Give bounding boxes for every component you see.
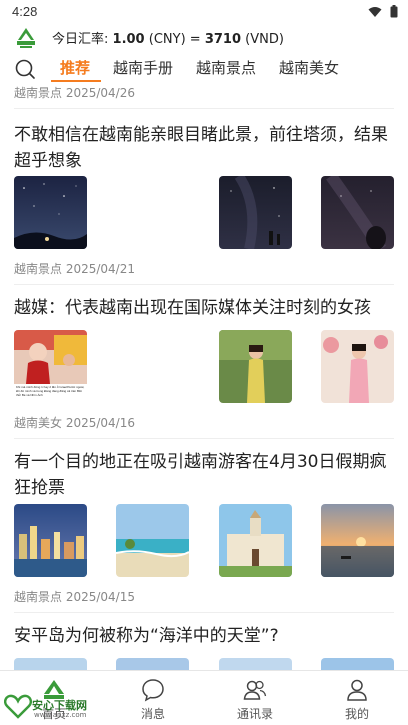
divider bbox=[14, 284, 394, 285]
article-meta: 越南景点 2025/04/26 bbox=[14, 86, 135, 100]
article-meta: 越南景点 2025/04/15 bbox=[14, 590, 135, 604]
rate-equals: = bbox=[189, 32, 201, 47]
battery-icon bbox=[390, 5, 398, 18]
article-thumbnail[interactable]: Khi mà mình đóng 1 hay 2 lần ở Israel/Nư… bbox=[14, 330, 87, 403]
cny-amount: 1.00 bbox=[112, 32, 145, 47]
profile-icon bbox=[347, 679, 367, 701]
nav-contacts[interactable]: 通讯录 bbox=[215, 677, 295, 722]
vnd-amount: 3710 bbox=[204, 32, 242, 47]
article-title[interactable]: 越媒：代表越南出现在国际媒体关注时刻的女孩 bbox=[14, 295, 394, 321]
status-bar: 4:28 bbox=[0, 0, 408, 24]
article-thumbnail[interactable] bbox=[14, 658, 87, 670]
article-thumbnail[interactable] bbox=[219, 504, 292, 577]
cny-code: (CNY) bbox=[148, 32, 186, 47]
divider bbox=[14, 108, 394, 109]
app-logo bbox=[17, 28, 35, 48]
contacts-icon bbox=[243, 680, 267, 700]
wifi-icon bbox=[368, 6, 382, 17]
article-thumbnail[interactable] bbox=[116, 658, 189, 670]
exchange-rate: 今日汇率: 1.00 (CNY) = 3710 (VND) bbox=[52, 28, 284, 47]
article-thumbnail[interactable] bbox=[14, 176, 87, 249]
divider bbox=[14, 612, 394, 613]
article-thumbnail[interactable] bbox=[219, 176, 292, 249]
status-icons bbox=[368, 5, 398, 18]
article-thumbnail[interactable] bbox=[321, 330, 394, 403]
article-title[interactable]: 不敢相信在越南能亲眼目睹此景，前往塔须，结果超乎想象 bbox=[14, 122, 394, 174]
nav-profile[interactable]: 我的 bbox=[317, 677, 397, 722]
watermark-heart-icon bbox=[4, 694, 32, 719]
tab-vietnam-attractions[interactable]: 越南景点 bbox=[196, 57, 256, 78]
divider bbox=[14, 438, 394, 439]
article-thumbnail[interactable] bbox=[219, 330, 292, 403]
article-title[interactable]: 有一个目的地正在吸引越南游客在4月30日假期疯狂抢票 bbox=[14, 449, 394, 501]
nav-label: 我的 bbox=[344, 707, 369, 721]
exchange-header: 今日汇率: 1.00 (CNY) = 3710 (VND) bbox=[0, 24, 408, 52]
article-thumbnail[interactable] bbox=[321, 176, 394, 249]
tab-recommended[interactable]: 推荐 bbox=[60, 57, 90, 78]
watermark-url: www.anxz.com bbox=[34, 711, 87, 719]
article-feed[interactable]: 越南景点 2025/04/26 不敢相信在越南能亲眼目睹此景，前往塔须，结果超乎… bbox=[0, 84, 408, 670]
status-time: 4:28 bbox=[12, 4, 38, 19]
tab-vietnam-handbook[interactable]: 越南手册 bbox=[113, 57, 173, 78]
nav-label: 消息 bbox=[140, 707, 165, 721]
article-title[interactable]: 安平岛为何被称为“海洋中的天堂”? bbox=[14, 623, 394, 649]
nav-label: 通讯录 bbox=[236, 707, 273, 721]
article-thumbnail[interactable] bbox=[219, 658, 292, 670]
article-thumbnail[interactable] bbox=[321, 504, 394, 577]
message-icon bbox=[142, 679, 164, 702]
vnd-code: (VND) bbox=[245, 32, 284, 47]
watermark: 安心下载网 www.anxz.com bbox=[4, 685, 114, 723]
nav-messages[interactable]: 消息 bbox=[113, 677, 193, 722]
article-thumbnail[interactable] bbox=[14, 504, 87, 577]
search-icon[interactable] bbox=[14, 58, 36, 80]
tab-vietnam-beauties[interactable]: 越南美女 bbox=[279, 57, 339, 78]
thumbnail-caption: Khi mà mình đóng 1 hay 2 lần ở Israel/Nư… bbox=[16, 385, 85, 397]
category-tabs: 推荐 越南手册 越南景点 越南美女 bbox=[0, 52, 408, 84]
bottom-navigation: 首页 消息 通讯录 我的 安心下载网 www.anxz.com bbox=[0, 670, 408, 725]
article-thumbnail[interactable] bbox=[116, 504, 189, 577]
article-meta: 越南景点 2025/04/21 bbox=[14, 262, 135, 276]
article-thumbnail[interactable] bbox=[321, 658, 394, 670]
active-tab-indicator bbox=[51, 80, 101, 82]
article-meta: 越南美女 2025/04/16 bbox=[14, 416, 135, 430]
rate-label: 今日汇率: bbox=[52, 32, 109, 47]
